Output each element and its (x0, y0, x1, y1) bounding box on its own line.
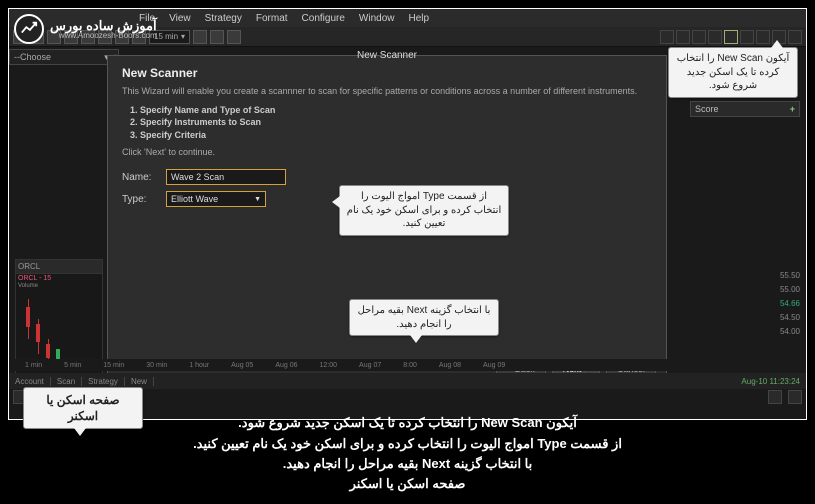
tool-icon[interactable] (788, 30, 802, 44)
menu-format[interactable]: Format (256, 13, 288, 24)
time-axis: 1 min 5 min 15 min 30 min 1 hour Aug 05 … (15, 359, 800, 371)
menu-strategy[interactable]: Strategy (205, 13, 242, 24)
dialog-description: This Wizard will enable you create a sca… (122, 86, 652, 98)
new-scan-icon[interactable] (724, 30, 738, 44)
toolbar-btn[interactable] (193, 30, 207, 44)
type-value: Elliott Wave (171, 194, 218, 204)
chevron-down-icon: ▼ (254, 196, 261, 203)
time-tick: Aug 08 (439, 362, 461, 369)
time-tick: Aug 05 (231, 362, 253, 369)
plus-icon[interactable]: + (790, 104, 795, 114)
price-tick: 55.50 (764, 269, 800, 283)
status-icon[interactable] (768, 390, 782, 404)
menu-help[interactable]: Help (408, 13, 429, 24)
logo-badge-icon (14, 14, 44, 44)
name-input[interactable] (166, 169, 286, 185)
toolbar-btn[interactable] (210, 30, 224, 44)
interval-label: 15 min (154, 32, 178, 41)
time-tick: 1 hour (189, 362, 209, 369)
time-tick: Aug 06 (275, 362, 297, 369)
tool-icon[interactable] (692, 30, 706, 44)
tool-icon[interactable] (756, 30, 770, 44)
watermark-logo: آموزش ساده بورس www.Amoozesh-Boors.com (14, 14, 157, 44)
step-1: Specify Name and Type of Scan (140, 104, 652, 117)
price-axis: 55.50 55.00 54.66 54.50 54.00 (764, 269, 800, 339)
logo-text-fa: آموزش ساده بورس (50, 19, 157, 32)
name-label: Name: (122, 172, 158, 183)
choose-right-label: --Choose (14, 52, 51, 62)
tab-new[interactable]: New (125, 377, 154, 386)
price-tick: 54.66 (764, 297, 800, 311)
price-tick: 54.50 (764, 311, 800, 325)
caption-line-3: با انتخاب گزینه Next بقیه مراحل را انجام… (0, 454, 815, 474)
dialog-window-title: New Scanner (108, 50, 666, 64)
tool-icon[interactable] (740, 30, 754, 44)
time-tick: 30 min (146, 362, 167, 369)
tool-icon[interactable] (676, 30, 690, 44)
callout-next: با انتخاب گزینه Next بقیه مراحل را انجام… (349, 299, 499, 336)
dialog-click-next: Click 'Next' to continue. (122, 147, 652, 157)
score-header: Score + (690, 101, 800, 117)
tab-scan[interactable]: Scan (51, 377, 82, 386)
caption-line-2: از قسمت Type امواج الیوت را انتخاب کرده … (0, 434, 815, 454)
type-label: Type: (122, 194, 158, 205)
toolbar-btn[interactable] (227, 30, 241, 44)
callout-new-scan: آیکون New Scan را انتخاب کرده تا یک اسکن… (668, 47, 798, 98)
callout-type: از قسمت Type امواج الیوت را انتخاب کرده … (339, 185, 509, 236)
step-2: Specify Instruments to Scan (140, 116, 652, 129)
time-tick: 1 min (25, 362, 42, 369)
chart-sub: ORCL - 15 (18, 275, 51, 282)
price-tick: 54.00 (764, 325, 800, 339)
price-tick: 55.00 (764, 283, 800, 297)
menu-view[interactable]: View (169, 13, 191, 24)
menu-window[interactable]: Window (359, 13, 395, 24)
status-timestamp: Aug-10 11:23:24 (741, 377, 806, 386)
score-label: Score (695, 104, 719, 114)
choose-right-dropdown[interactable]: --Choose ▾ + (9, 49, 119, 65)
menu-configure[interactable]: Configure (302, 13, 345, 24)
tab-account[interactable]: Account (9, 377, 51, 386)
dialog-steps: Specify Name and Type of Scan Specify In… (140, 104, 652, 142)
step-3: Specify Criteria (140, 129, 652, 142)
time-tick: 8:00 (403, 362, 417, 369)
time-tick: Aug 09 (483, 362, 505, 369)
type-select[interactable]: Elliott Wave ▼ (166, 191, 266, 207)
time-tick: 12:00 (320, 362, 338, 369)
logo-text-en: www.Amoozesh-Boors.com (50, 32, 157, 40)
chart-ticker: ORCL (18, 262, 40, 271)
time-tick: Aug 07 (359, 362, 381, 369)
tool-icon[interactable] (708, 30, 722, 44)
dialog-heading: New Scanner (122, 66, 652, 80)
tool-icon[interactable] (660, 30, 674, 44)
status-icon[interactable] (788, 390, 802, 404)
caption-line-1: آیکون New Scan را انتخاب کرده تا یک اسکن… (0, 413, 815, 433)
time-tick: 5 min (64, 362, 81, 369)
caption-block: آیکون New Scan را انتخاب کرده تا یک اسکن… (0, 413, 815, 494)
time-tick: 15 min (103, 362, 124, 369)
tab-strategy[interactable]: Strategy (82, 377, 125, 386)
app-frame: File View Strategy Format Configure Wind… (8, 8, 807, 420)
caption-line-4: صفحه اسکن یا اسکنر (0, 474, 815, 494)
